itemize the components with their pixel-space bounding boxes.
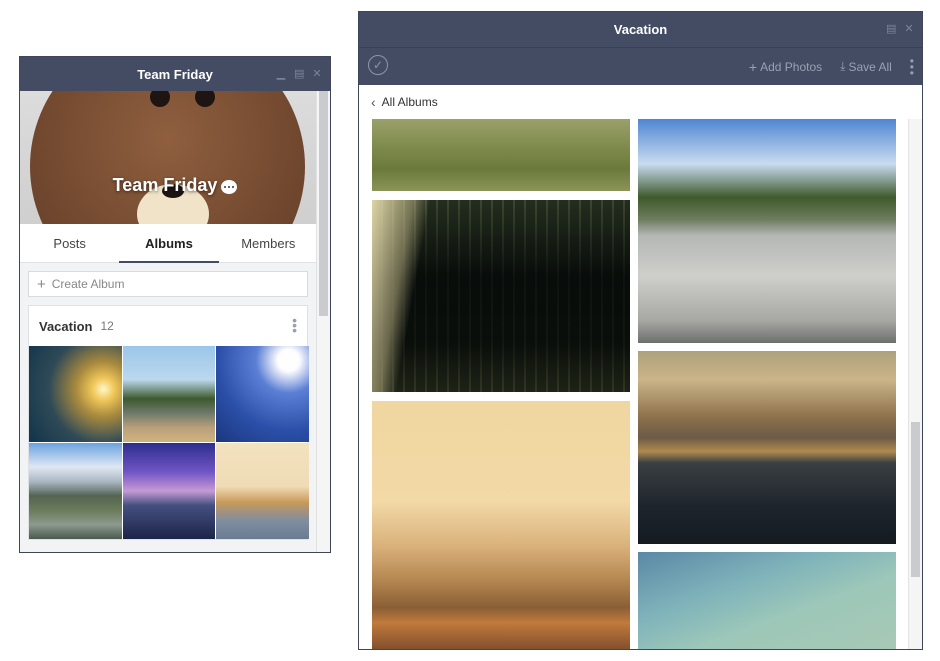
album-thumb-sky-sun[interactable] — [216, 346, 309, 442]
photo-skyline-clouds[interactable] — [638, 351, 896, 544]
right-scrollbar[interactable] — [908, 119, 922, 649]
window-title: Vacation — [613, 22, 668, 37]
plus-icon: + — [37, 275, 46, 293]
breadcrumb: ‹ All Albums — [359, 85, 922, 120]
right-scrollbar-thumb[interactable] — [911, 422, 920, 577]
album-thumb-diamond-head[interactable] — [216, 443, 309, 539]
bear-eye-left — [150, 91, 170, 107]
album-thumbnails — [29, 346, 309, 539]
photo-mailboxes[interactable] — [372, 200, 630, 392]
album-header: Vacation 12 • • • — [29, 306, 307, 346]
plus-icon: + — [748, 58, 758, 75]
group-tabs: Posts Albums Members — [20, 224, 318, 263]
save-all-label: Save All — [848, 59, 892, 74]
minimize-icon[interactable]: ▁ — [276, 68, 286, 80]
more-options-icon[interactable]: • • • — [910, 55, 914, 79]
vacation-album-window: Vacation ▤ ✕ ✓ + Add Photos ⤓ Save All •… — [358, 11, 923, 650]
tab-albums[interactable]: Albums — [119, 224, 219, 263]
tab-posts[interactable]: Posts — [20, 224, 119, 262]
window-title: Team Friday — [137, 66, 213, 82]
left-titlebar[interactable]: Team Friday ▁ ▤ ✕ — [20, 57, 330, 91]
album-thumb-town-hills[interactable] — [29, 443, 122, 539]
download-icon: ⤓ — [840, 59, 846, 73]
left-scrollbar-thumb[interactable] — [319, 91, 328, 316]
album-name: Vacation — [39, 318, 93, 334]
album-thumb-sunset-sea[interactable] — [29, 346, 122, 442]
all-albums-link[interactable]: All Albums — [382, 95, 438, 109]
tab-members[interactable]: Members — [219, 224, 318, 262]
more-options-icon[interactable]: • • • — [292, 313, 297, 337]
chevron-left-icon[interactable]: ‹ — [371, 94, 376, 110]
chat-bubble-icon[interactable] — [221, 179, 238, 194]
album-toolbar: ✓ + Add Photos ⤓ Save All • • • — [359, 47, 922, 85]
right-titlebar[interactable]: Vacation ▤ ✕ — [359, 12, 922, 47]
close-icon[interactable]: ✕ — [312, 68, 322, 80]
toolbar-actions: + Add Photos ⤓ Save All • • • — [749, 48, 914, 85]
photo-grid — [359, 119, 922, 649]
add-photos-label: Add Photos — [760, 59, 823, 74]
check-circle-icon[interactable]: ✓ — [368, 55, 388, 75]
album-card-vacation[interactable]: Vacation 12 • • • — [28, 305, 309, 540]
save-all-button[interactable]: ⤓ Save All — [840, 59, 892, 74]
close-icon[interactable]: ✕ — [904, 24, 914, 35]
window-controls: ▁ ▤ ✕ — [276, 57, 322, 91]
left-scrollbar[interactable] — [316, 91, 330, 552]
group-cover: Team Friday — [20, 91, 330, 224]
album-count: 12 — [100, 319, 114, 333]
photo-ocean-shore[interactable] — [638, 552, 896, 649]
group-name-text: Team Friday — [112, 175, 218, 195]
window-controls: ▤ ✕ — [886, 12, 914, 47]
album-thumb-purple-dusk[interactable] — [123, 443, 215, 539]
bear-eye-right — [195, 91, 215, 107]
group-name: Team Friday — [20, 175, 330, 196]
maximize-icon[interactable]: ▤ — [294, 68, 304, 80]
maximize-icon[interactable]: ▤ — [886, 24, 896, 35]
photo-palm-street[interactable] — [638, 119, 896, 343]
album-thumb-palm-beach[interactable] — [123, 346, 215, 442]
create-album-label: Create Album — [51, 277, 125, 291]
team-friday-window: Team Friday ▁ ▤ ✕ Team Friday Posts Albu… — [19, 56, 331, 553]
photo-city-sunset[interactable] — [372, 401, 630, 649]
create-album-button[interactable]: + Create Album — [28, 271, 308, 297]
photo-grass[interactable] — [372, 119, 630, 191]
add-photos-button[interactable]: + Add Photos — [749, 59, 822, 75]
